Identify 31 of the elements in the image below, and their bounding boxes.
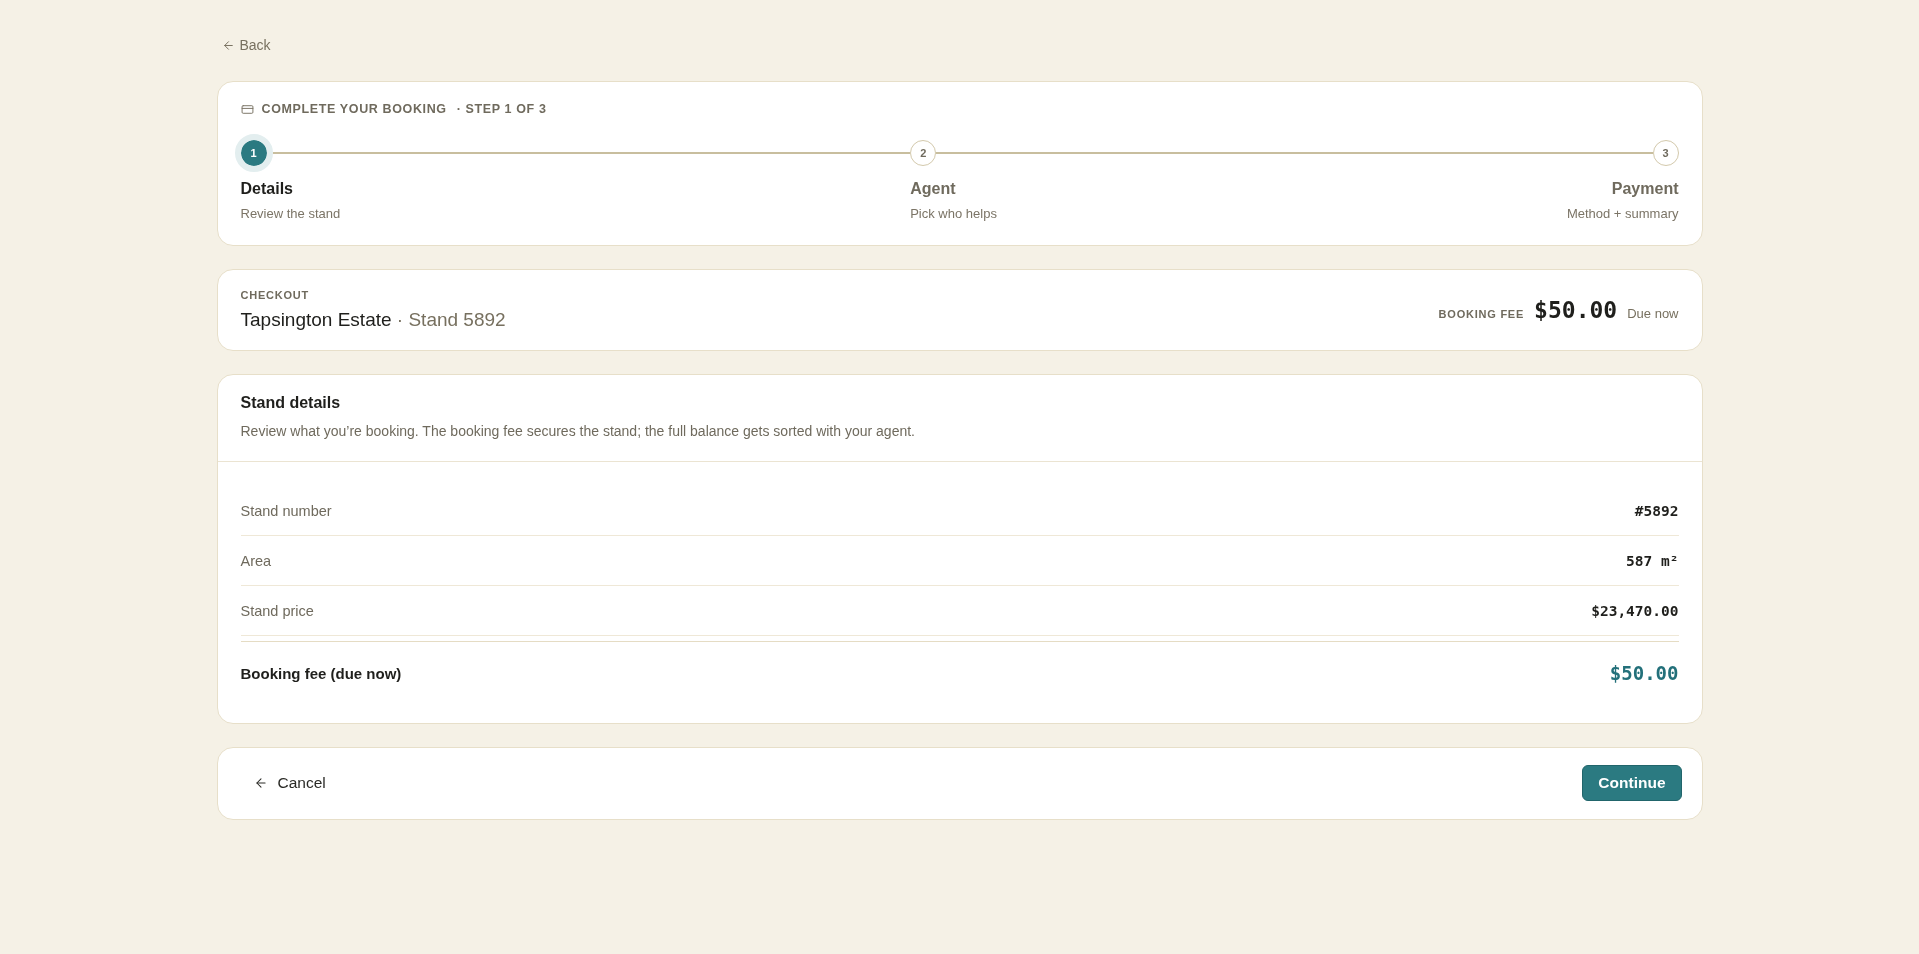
- total-value: $50.00: [1609, 662, 1679, 684]
- booking-title: COMPLETE YOUR BOOKING: [261, 102, 447, 116]
- detail-value: $23,470.00: [1591, 602, 1679, 619]
- step-counter: · STEP 1 OF 3: [456, 102, 547, 116]
- continue-button[interactable]: Continue: [1582, 765, 1682, 801]
- step-number: 1: [234, 134, 273, 172]
- checkout-title: Tapsington Estate · Stand 5892: [240, 308, 506, 332]
- booking-fee-amount: $50.00: [1534, 297, 1618, 323]
- detail-label: Stand price: [240, 602, 314, 619]
- arrow-left-icon: [221, 38, 235, 52]
- cancel-button[interactable]: Cancel: [241, 766, 338, 800]
- booking-fee-label: BOOKING FEE: [1438, 308, 1525, 320]
- card-icon: [240, 102, 254, 116]
- step-number: 2: [910, 140, 937, 166]
- due-note: Due now: [1627, 306, 1679, 321]
- detail-value: #5892: [1634, 502, 1679, 519]
- step-subtitle: Method + summary: [1566, 206, 1679, 222]
- total-label: Booking fee (due now): [240, 664, 402, 682]
- step-title: Details: [240, 179, 294, 199]
- detail-label: Stand number: [240, 502, 332, 519]
- step-subtitle: Review the stand: [240, 206, 341, 222]
- section-description: Review what you’re booking. The booking fee secures the stand; the full balance gets sorted with your agent.: [240, 422, 916, 441]
- checkout-label: CHECKOUT: [240, 288, 310, 302]
- step-subtitle: Pick who helps: [910, 206, 997, 222]
- step-title: Agent: [910, 179, 957, 199]
- section-title: Stand details: [240, 393, 342, 413]
- back-link[interactable]: Back: [221, 34, 271, 56]
- detail-value: 587 m²: [1626, 552, 1679, 569]
- step-number: 3: [1652, 140, 1679, 166]
- detail-label: Area: [240, 552, 272, 569]
- step-title: Payment: [1610, 179, 1679, 199]
